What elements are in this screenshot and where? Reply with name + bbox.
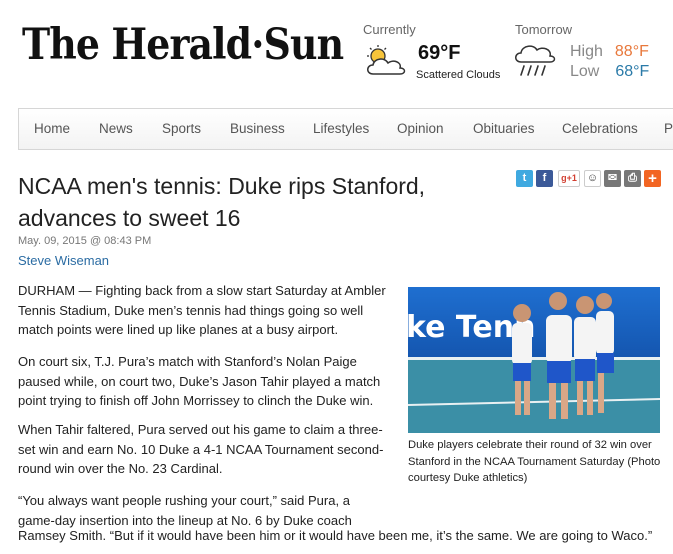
low-value: 68°F (615, 63, 650, 80)
low-forecast: Low 68°F (570, 63, 649, 81)
nav-item-opinion[interactable]: Opinion (397, 121, 444, 136)
article-figure: ke Tenn Duke players celebrate their rou… (402, 283, 664, 493)
nav-item-celebrations[interactable]: Celebrations (562, 121, 638, 136)
email-icon[interactable]: ✉ (604, 170, 621, 187)
weather-tomorrow-label: Tomorrow (515, 22, 573, 37)
nav-item-overflow[interactable]: P (664, 121, 673, 136)
print-icon[interactable]: ⎙ (624, 170, 641, 187)
article-photo[interactable]: ke Tenn (408, 287, 660, 433)
nav-item-sports[interactable]: Sports (162, 121, 201, 136)
high-forecast: High 88°F (570, 43, 649, 61)
current-condition: Scattered Clouds (416, 69, 501, 81)
partly-cloudy-icon (367, 45, 406, 75)
site-logo[interactable]: The Herald·Sun (22, 20, 344, 70)
high-value: 88°F (614, 43, 649, 60)
masthead: The Herald·Sun Currently 69°F Scattered … (0, 0, 673, 100)
reddit-icon[interactable]: ☺ (584, 170, 601, 187)
article-paragraph: On court six, T.J. Pura’s match with Sta… (18, 354, 381, 408)
nav-item-business[interactable]: Business (230, 121, 285, 136)
article-paragraph: “You always want people rushing your cou… (18, 493, 352, 528)
nav-item-lifestyles[interactable]: Lifestyles (313, 121, 369, 136)
article-paragraph-continuation: Ramsey Smith. “But if it would have been… (18, 528, 653, 543)
facebook-icon[interactable]: f (536, 170, 553, 187)
high-label: High (570, 43, 603, 60)
article-author-link[interactable]: Steve Wiseman (18, 253, 109, 268)
google-plus-icon[interactable]: g+1 (558, 170, 580, 187)
nav-item-news[interactable]: News (99, 121, 133, 136)
nav-item-home[interactable]: Home (34, 121, 70, 136)
tennis-celebration-image: ke Tenn (408, 287, 660, 433)
twitter-icon[interactable]: t (516, 170, 533, 187)
current-temperature: 69°F (418, 42, 461, 64)
low-label: Low (570, 63, 600, 80)
article-paragraph: When Tahir faltered, Pura served out his… (18, 422, 384, 476)
article-paragraph: DURHAM — Fighting back from a slow start… (18, 283, 386, 337)
main-nav: Home News Sports Business Lifestyles Opi… (18, 108, 673, 150)
weather-current-label: Currently (363, 22, 416, 37)
article-date: May. 09, 2015 @ 08:43 PM (18, 235, 152, 247)
nav-item-obituaries[interactable]: Obituaries (473, 121, 535, 136)
rain-icon (515, 45, 556, 76)
more-icon[interactable]: + (644, 170, 661, 187)
photo-caption: Duke players celebrate their round of 32… (408, 439, 661, 484)
article-headline: NCAA men's tennis: Duke rips Stanford, a… (18, 173, 426, 231)
